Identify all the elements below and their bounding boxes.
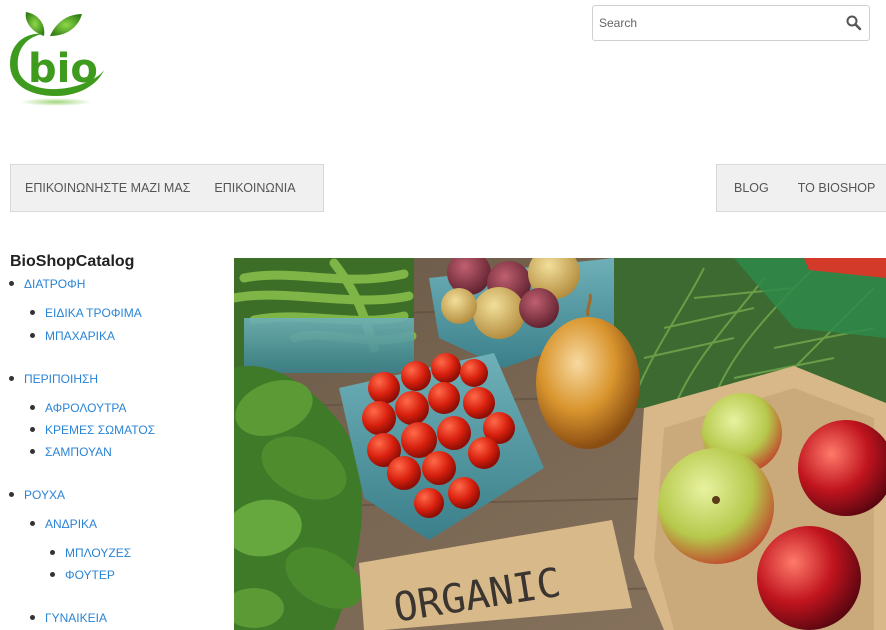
category-mens[interactable]: ΑΝΔΡΙΚΑ bbox=[30, 517, 97, 531]
category-shampoo[interactable]: ΣΑΜΠΟΥΑΝ bbox=[30, 445, 112, 459]
bullet bbox=[9, 492, 14, 498]
category-spices[interactable]: ΜΠΑΧΑΡΙΚΑ bbox=[30, 329, 115, 343]
category-shower-gels[interactable]: ΑΦΡΟΛΟΥΤΡΑ bbox=[30, 401, 127, 415]
search-input[interactable] bbox=[593, 6, 839, 40]
bullet bbox=[50, 550, 55, 556]
catalog-title: BioShopCatalog bbox=[10, 253, 135, 270]
category-label: ΦΟΥΤΕΡ bbox=[65, 568, 115, 582]
category-nutrition[interactable]: ΔΙΑΤΡΟΦΗ bbox=[9, 277, 85, 291]
site-logo[interactable]: bio bbox=[6, 8, 110, 108]
category-label: ΠΕΡΙΠΟΙΗΣΗ bbox=[24, 372, 99, 386]
category-label: ΑΝΔΡΙΚΑ bbox=[45, 517, 98, 531]
nav-about-bioshop[interactable]: TO BIOSHOP bbox=[798, 181, 876, 195]
category-blouses[interactable]: ΜΠΛΟΥΖΕΣ bbox=[50, 546, 131, 560]
category-label: ΜΠΛΟΥΖΕΣ bbox=[65, 546, 132, 560]
category-sweatshirts[interactable]: ΦΟΥΤΕΡ bbox=[50, 568, 115, 582]
organic-produce-image: ORGANIC bbox=[234, 258, 886, 630]
bullet bbox=[30, 449, 35, 455]
category-special-foods[interactable]: ΕΙΔΙΚΑ ΤΡΟΦΙΜΑ bbox=[30, 306, 142, 320]
bullet bbox=[9, 281, 14, 287]
category-label: ΚΡΕΜΕΣ ΣΩΜΑΤΟΣ bbox=[45, 423, 156, 437]
category-label: ΣΑΜΠΟΥΑΝ bbox=[45, 445, 112, 459]
category-label: ΜΠΑΧΑΡΙΚΑ bbox=[45, 329, 116, 343]
category-label: ΡΟΥΧΑ bbox=[24, 488, 65, 502]
bullet bbox=[30, 521, 35, 527]
category-label: ΓΥΝΑΙΚΕΙΑ bbox=[45, 611, 107, 625]
hero-banner-image[interactable]: ORGANIC bbox=[234, 258, 886, 630]
category-label: ΔΙΑΤΡΟΦΗ bbox=[24, 277, 86, 291]
bullet bbox=[30, 405, 35, 411]
main-nav-left: ΕΠΙΚΟΙΝΩΝΗΣΤΕ ΜΑΖΙ ΜΑΣ ΕΠΙΚΟΙΝΩΝΙΑ bbox=[10, 164, 324, 212]
bullet bbox=[30, 615, 35, 621]
leaf-logo-icon: bio bbox=[10, 12, 104, 106]
category-clothes[interactable]: ΡΟΥΧΑ bbox=[9, 488, 65, 502]
category-label: ΕΙΔΙΚΑ ΤΡΟΦΙΜΑ bbox=[45, 306, 142, 320]
category-womens[interactable]: ΓΥΝΑΙΚΕΙΑ bbox=[30, 611, 107, 625]
category-care[interactable]: ΠΕΡΙΠΟΙΗΣΗ bbox=[9, 372, 98, 386]
nav-blog[interactable]: BLOG bbox=[734, 181, 769, 195]
logo-text: bio bbox=[28, 46, 98, 92]
bullet bbox=[50, 572, 55, 578]
bullet bbox=[9, 376, 14, 382]
nav-contact-us[interactable]: ΕΠΙΚΟΙΝΩΝΗΣΤΕ ΜΑΖΙ ΜΑΣ bbox=[25, 181, 190, 195]
bullet bbox=[30, 427, 35, 433]
category-body-creams[interactable]: ΚΡΕΜΕΣ ΣΩΜΑΤΟΣ bbox=[30, 423, 155, 437]
bullet bbox=[30, 310, 35, 316]
main-nav-right: BLOG TO BIOSHOP bbox=[716, 164, 886, 212]
nav-contact[interactable]: ΕΠΙΚΟΙΝΩΝΙΑ bbox=[214, 181, 295, 195]
category-label: ΑΦΡΟΛΟΥΤΡΑ bbox=[45, 401, 127, 415]
search-box bbox=[592, 5, 870, 41]
bullet bbox=[30, 333, 35, 339]
search-icon[interactable] bbox=[845, 14, 863, 32]
